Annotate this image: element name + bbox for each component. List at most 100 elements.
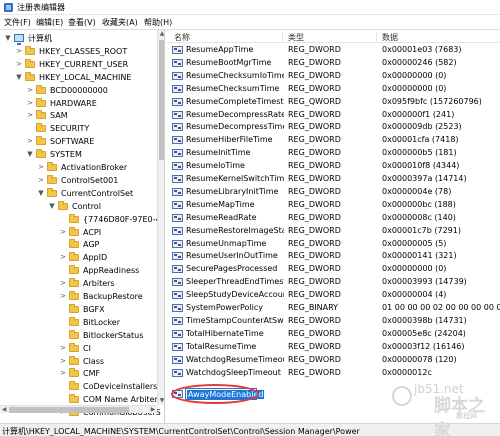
- tree-item-label: BGFX: [83, 304, 105, 314]
- chevron-right-icon[interactable]: >: [26, 84, 34, 97]
- column-header-data[interactable]: 数据: [382, 32, 398, 43]
- chevron-right-icon[interactable]: >: [26, 97, 34, 110]
- chevron-right-icon[interactable]: >: [26, 135, 34, 148]
- tree-item-label: CMF: [83, 369, 101, 379]
- value-row[interactable]: ResumeUnmapTime REG_DWORD 0x00000005 (5): [166, 238, 500, 250]
- tree-item[interactable]: ▼ CurrentControlSet: [0, 187, 157, 200]
- folder-icon: [69, 213, 79, 223]
- tree-item-label: HKEY_CURRENT_USER: [39, 59, 129, 69]
- chevron-down-icon[interactable]: ▼: [15, 71, 23, 84]
- tree-item[interactable]: SECURITY: [0, 122, 157, 135]
- value-row[interactable]: TimeStampCounterAtSwit... REG_DWORD 0x0000…: [166, 315, 500, 327]
- chevron-right-icon[interactable]: >: [15, 58, 23, 71]
- tree-item[interactable]: > ActivationBroker: [0, 161, 157, 174]
- chevron-right-icon[interactable]: >: [37, 161, 45, 174]
- tree-item[interactable]: > HKEY_CURRENT_USER: [0, 58, 157, 71]
- value-row[interactable]: ResumeChecksumTime REG_DWORD 0x00000000 (0…: [166, 83, 500, 95]
- tree-item[interactable]: > CMF: [0, 367, 157, 380]
- value-row[interactable]: ResumeHiberFileTime REG_DWORD 0x00001cfa (…: [166, 134, 500, 146]
- chevron-right-icon[interactable]: >: [59, 355, 67, 368]
- scroll-thumb[interactable]: [9, 407, 129, 413]
- value-row[interactable]: ResumeBootMgrTime REG_DWORD 0x00000246 (58…: [166, 57, 500, 69]
- value-row[interactable]: ResumeDecompressRate REG_DWORD 0x000000f1 …: [166, 109, 500, 121]
- tree-item[interactable]: > HKEY_CLASSES_ROOT: [0, 45, 157, 58]
- registry-tree[interactable]: ▼ 计算机 > HKEY_CLASSES_ROOT > HKEY_CURRENT_USER…: [0, 30, 165, 423]
- scroll-down-icon[interactable]: ▼: [158, 397, 164, 405]
- value-row[interactable]: ResumeLibraryInitTime REG_DWORD 0x0000004e…: [166, 186, 500, 198]
- chevron-down-icon[interactable]: ▼: [37, 187, 45, 200]
- tree-item[interactable]: > SAM: [0, 109, 157, 122]
- value-row[interactable]: ResumeMapTime REG_DWORD 0x000000bc (188): [166, 199, 500, 211]
- tree-item[interactable]: > AppID: [0, 251, 157, 264]
- menu-view[interactable]: 查看(V): [68, 17, 96, 28]
- tree-item[interactable]: > Arbiters: [0, 277, 157, 290]
- tree-item[interactable]: > SOFTWARE: [0, 135, 157, 148]
- scroll-left-icon[interactable]: ◀: [0, 406, 8, 414]
- tree-item[interactable]: BitlockerStatus: [0, 329, 157, 342]
- value-row[interactable]: TotalHibernateTime REG_DWORD 0x00005e8c (2…: [166, 328, 500, 340]
- chevron-down-icon[interactable]: ▼: [4, 32, 12, 45]
- values-list[interactable]: 名称 类型 数据 ResumeAppTime REG_DWORD 0x00001e0…: [166, 30, 500, 423]
- tree-item[interactable]: > BCD00000000: [0, 84, 157, 97]
- value-row[interactable]: SystemPowerPolicy REG_BINARY 01 00 00 00 0…: [166, 302, 500, 314]
- value-row[interactable]: ResumeReadRate REG_DWORD 0x0000008c (140): [166, 212, 500, 224]
- tree-item[interactable]: > Class: [0, 355, 157, 368]
- chevron-right-icon[interactable]: >: [59, 251, 67, 264]
- folder-icon: [69, 239, 79, 249]
- tree-item[interactable]: > ACPI: [0, 226, 157, 239]
- value-row[interactable]: SleeperThreadEndTimest... REG_DWORD 0x0000…: [166, 276, 500, 288]
- tree-vertical-scrollbar[interactable]: ▲ ▼: [157, 30, 164, 405]
- chevron-right-icon[interactable]: >: [26, 109, 34, 122]
- chevron-right-icon[interactable]: >: [15, 45, 23, 58]
- value-row[interactable]: ResumeDecompressTime REG_DWORD 0x000009db …: [166, 121, 500, 133]
- value-row[interactable]: ResumeChecksumIoTime REG_DWORD 0x00000000 …: [166, 70, 500, 82]
- value-row[interactable]: WatchdogResumeTimeout REG_DWORD 0x00000078…: [166, 354, 500, 366]
- value-type: REG_DWORD: [288, 161, 341, 171]
- menu-favorites[interactable]: 收藏夹(A): [102, 17, 138, 28]
- scroll-thumb[interactable]: [159, 40, 164, 160]
- scroll-right-icon[interactable]: ▶: [149, 406, 157, 414]
- chevron-right-icon[interactable]: >: [59, 367, 67, 380]
- tree-item[interactable]: ▼ HKEY_LOCAL_MACHINE: [0, 71, 157, 84]
- chevron-right-icon[interactable]: >: [59, 226, 67, 239]
- chevron-right-icon[interactable]: >: [59, 290, 67, 303]
- tree-item[interactable]: CoDeviceInstallers: [0, 380, 157, 393]
- value-row[interactable]: SecurePagesProcessed REG_DWORD 0x00000000 …: [166, 263, 500, 275]
- tree-item[interactable]: > ControlSet001: [0, 174, 157, 187]
- value-row[interactable]: ResumeRestoreImageSta... REG_DWORD 0x00001…: [166, 225, 500, 237]
- tree-horizontal-scrollbar[interactable]: ◀ ▶: [0, 405, 157, 413]
- value-row[interactable]: ResumeUserInOutTime REG_DWORD 0x00000141 (…: [166, 250, 500, 262]
- scroll-up-icon[interactable]: ▲: [158, 30, 164, 38]
- tree-item[interactable]: ▼ SYSTEM: [0, 148, 157, 161]
- column-header-name[interactable]: 名称: [174, 32, 190, 43]
- tree-item[interactable]: BGFX: [0, 303, 157, 316]
- value-row[interactable]: WatchdogSleepTimeout REG_DWORD 0x0000012c: [166, 367, 500, 379]
- column-header-type[interactable]: 类型: [288, 32, 304, 43]
- value-row[interactable]: ResumeCompleteTimesta... REG_QWORD 0x095f9…: [166, 96, 500, 108]
- value-row[interactable]: ResumeKernelSwitchTime... REG_DWORD 0x0000…: [166, 173, 500, 185]
- tree-item[interactable]: AppReadiness: [0, 264, 157, 277]
- tree-item[interactable]: > BackupRestore: [0, 290, 157, 303]
- tree-item[interactable]: > HARDWARE: [0, 97, 157, 110]
- menu-file[interactable]: 文件(F): [4, 17, 31, 28]
- value-row[interactable]: ResumeAppTime REG_DWORD 0x00001e03 (7683): [166, 44, 500, 56]
- chevron-down-icon[interactable]: ▼: [48, 200, 56, 213]
- tree-item-label: SYSTEM: [50, 150, 82, 160]
- value-row[interactable]: ResumeIoTime REG_DWORD 0x000010f8 (4344): [166, 160, 500, 172]
- menu-edit[interactable]: 编辑(E): [36, 17, 63, 28]
- tree-item[interactable]: {7746D80F-97E0-4E: [0, 213, 164, 226]
- value-row[interactable]: ResumeInitTime REG_DWORD 0x000000b5 (181): [166, 147, 500, 159]
- tree-item[interactable]: ▼ 计算机: [0, 32, 157, 45]
- value-row[interactable]: SleepStudyDeviceAccoun... REG_DWORD 0x0000…: [166, 289, 500, 301]
- chevron-right-icon[interactable]: >: [37, 174, 45, 187]
- tree-item[interactable]: > CI: [0, 342, 157, 355]
- value-row[interactable]: TotalResumeTime REG_DWORD 0x00003f12 (1614…: [166, 341, 500, 353]
- chevron-right-icon[interactable]: >: [59, 342, 67, 355]
- chevron-right-icon[interactable]: >: [59, 277, 67, 290]
- tree-item[interactable]: BitLocker: [0, 316, 157, 329]
- chevron-down-icon[interactable]: ▼: [26, 148, 34, 161]
- tree-item[interactable]: ▼ Control: [0, 200, 157, 213]
- menu-help[interactable]: 帮助(H): [144, 17, 172, 28]
- tree-item[interactable]: AGP: [0, 238, 157, 251]
